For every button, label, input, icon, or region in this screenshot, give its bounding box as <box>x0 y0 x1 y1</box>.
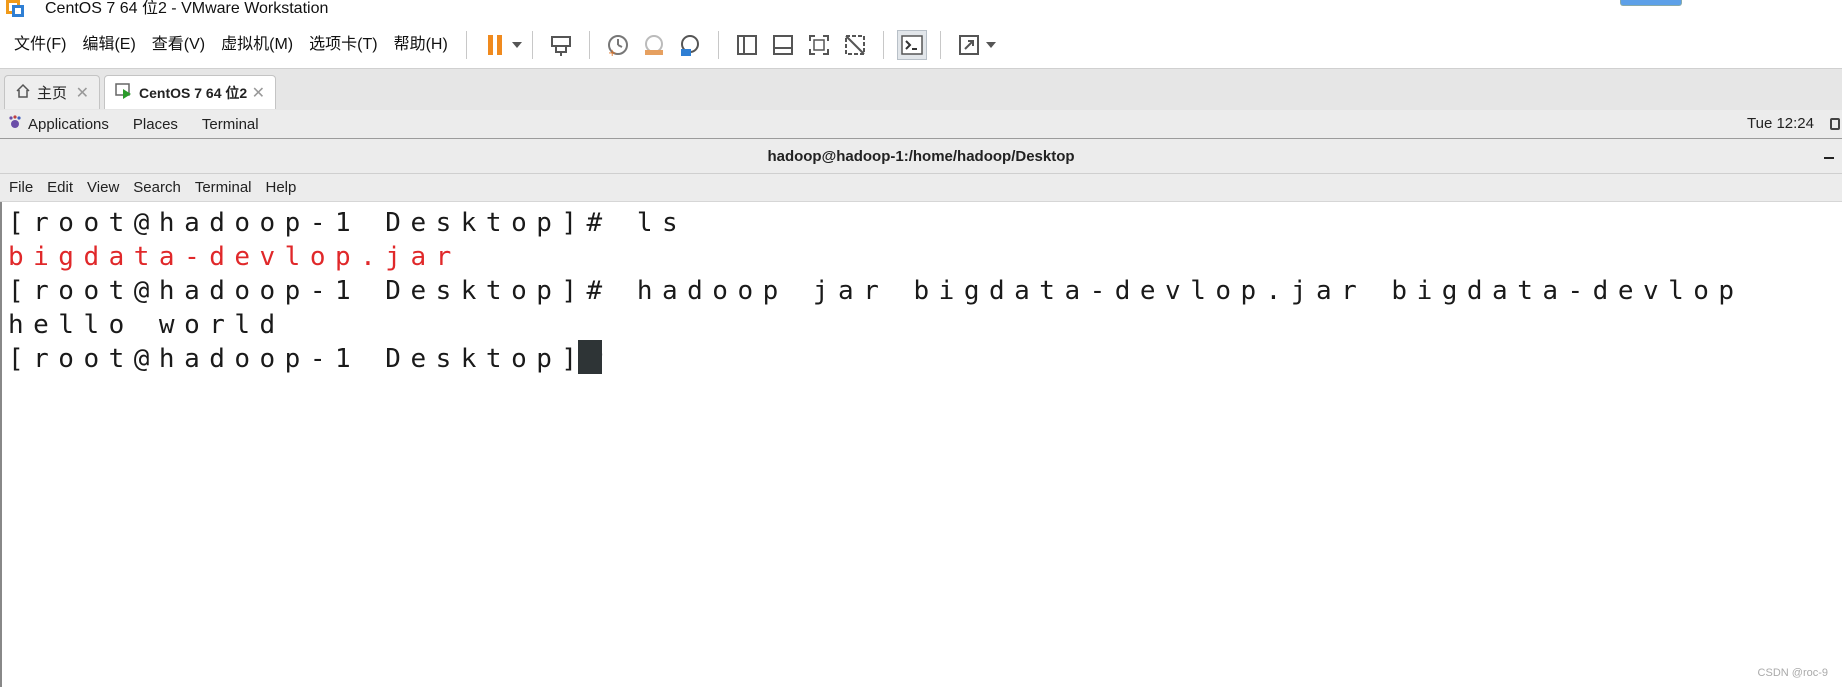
toolbar-separator <box>939 31 941 59</box>
terminal-menu-view[interactable]: View <box>80 179 126 196</box>
terminal-title: hadoop@hadoop-1:/home/hadoop/Desktop <box>767 147 1075 165</box>
terminal-cursor <box>578 340 602 374</box>
menu-vm[interactable]: 虚拟机(M) <box>213 24 301 66</box>
svg-text:+: + <box>608 48 616 57</box>
terminal-line: [root@hadoop-1 Desktop]# hadoop jar bigd… <box>8 276 1744 306</box>
menu-help[interactable]: 帮助(H) <box>386 24 456 66</box>
tab-label: CentOS 7 64 位2 <box>139 84 248 101</box>
console-view-icon[interactable] <box>896 30 927 60</box>
vm-icon <box>115 83 133 102</box>
terminal-line: bigdata-devlop.jar <box>8 242 461 272</box>
menu-tabs[interactable]: 选项卡(T) <box>301 24 385 66</box>
terminal-menu-file[interactable]: File <box>2 179 40 196</box>
close-icon[interactable]: ✕ <box>76 83 89 103</box>
menu-file[interactable]: 文件(F) <box>6 24 74 66</box>
applications-label: Applications <box>28 115 109 133</box>
stretch-dropdown-chevron-icon[interactable] <box>985 42 996 48</box>
gnome-foot-icon <box>8 115 22 133</box>
menu-toolbar: 文件(F) 编辑(E) 查看(V) 虚拟机(M) 选项卡(T) 帮助(H) + <box>0 24 1842 66</box>
toolbar-separator <box>531 31 533 59</box>
terminal-output[interactable]: [root@hadoop-1 Desktop]# ls bigdata-devl… <box>0 202 1842 687</box>
send-ctrl-alt-del-icon[interactable] <box>546 30 576 60</box>
snapshot-icon[interactable]: + <box>603 30 633 60</box>
terminal-line: [root@hadoop-1 Desktop]# ls <box>8 208 688 238</box>
toolbar-separator <box>465 31 467 59</box>
fullscreen-icon[interactable] <box>804 30 834 60</box>
window-titlebar: CentOS 7 64 位2 - VMware Workstation <box>0 0 1842 18</box>
watermark: CSDN @roc-9 <box>1757 667 1828 679</box>
window-title: CentOS 7 64 位2 - VMware Workstation <box>45 0 329 17</box>
home-icon <box>15 83 31 103</box>
terminal-menu-search[interactable]: Search <box>126 179 188 196</box>
close-icon[interactable]: ✕ <box>252 83 265 103</box>
terminal-titlebar: hadoop@hadoop-1:/home/hadoop/Desktop <box>0 138 1842 174</box>
toolbar-separator <box>717 31 719 59</box>
toolbar-separator <box>588 31 590 59</box>
menu-edit[interactable]: 编辑(E) <box>74 24 143 66</box>
stretch-icon[interactable] <box>954 30 984 60</box>
unity-icon[interactable] <box>840 30 870 60</box>
applications-menu[interactable]: Applications <box>0 115 121 133</box>
vmware-logo-icon <box>6 0 30 18</box>
terminal-menu-terminal[interactable]: Terminal <box>188 179 259 196</box>
toolbar-separator <box>882 31 884 59</box>
terminal-menu-help[interactable]: Help <box>259 179 304 196</box>
thumbnail-bar-icon[interactable] <box>768 30 798 60</box>
menu-view[interactable]: 查看(V) <box>144 24 213 66</box>
tab-strip: 主页 ✕ CentOS 7 64 位2 ✕ <box>0 68 1842 110</box>
system-menu-icon[interactable] <box>1830 118 1840 130</box>
places-menu[interactable]: Places <box>121 116 190 133</box>
tab-home[interactable]: 主页 ✕ <box>4 75 100 109</box>
terminal-menu-edit[interactable]: Edit <box>40 179 80 196</box>
terminal-line: [root@hadoop-1 Desktop]# <box>8 344 637 374</box>
tab-label: 主页 <box>37 85 68 102</box>
terminal-menu[interactable]: Terminal <box>190 116 271 133</box>
terminal-line: hello world <box>8 310 285 340</box>
tab-vm[interactable]: CentOS 7 64 位2 ✕ <box>104 75 276 109</box>
pause-icon[interactable] <box>480 30 510 60</box>
window-control-stub[interactable] <box>1620 0 1682 6</box>
gnome-top-panel: Applications Places Terminal Tue 12:24 <box>0 110 1842 138</box>
panel-clock[interactable]: Tue 12:24 <box>1747 110 1814 138</box>
terminal-menubar: File Edit View Search Terminal Help <box>0 174 1842 202</box>
revert-snapshot-icon[interactable] <box>639 30 669 60</box>
pause-dropdown-chevron-icon[interactable] <box>511 42 522 48</box>
minimize-icon[interactable] <box>1824 157 1834 159</box>
show-library-icon[interactable] <box>732 30 762 60</box>
snapshot-manager-icon[interactable] <box>675 30 705 60</box>
